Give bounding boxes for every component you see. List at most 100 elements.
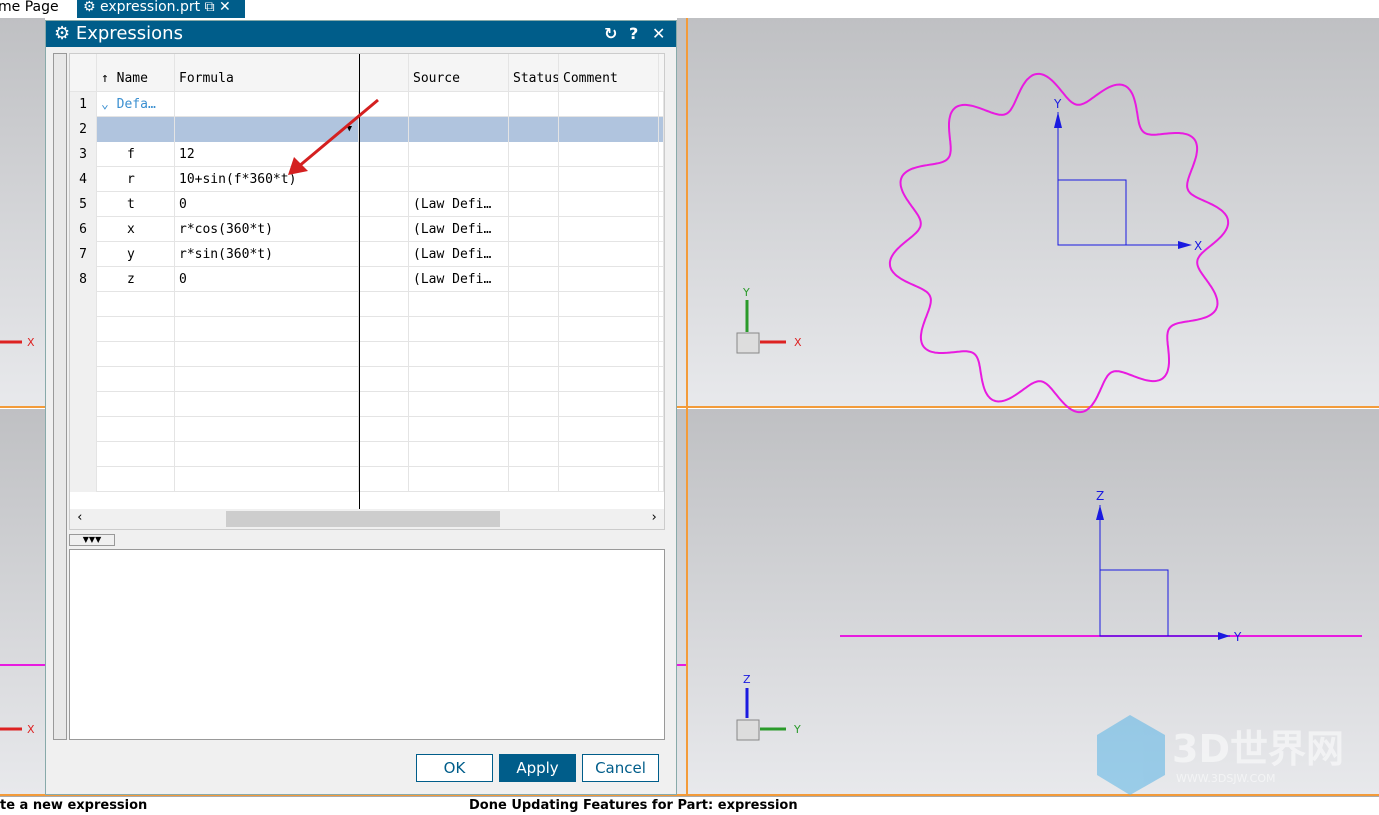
status-cell[interactable] bbox=[509, 267, 559, 292]
cell[interactable] bbox=[659, 267, 664, 292]
expand-panel-button[interactable]: ▼▼▼ bbox=[69, 534, 115, 546]
status-cell[interactable] bbox=[509, 392, 559, 417]
status-cell[interactable] bbox=[509, 342, 559, 367]
comment-cell[interactable] bbox=[559, 167, 659, 192]
status-cell[interactable] bbox=[509, 142, 559, 167]
column-formula[interactable]: Formula bbox=[175, 54, 409, 92]
comment-cell[interactable] bbox=[559, 442, 659, 467]
cell[interactable] bbox=[659, 92, 664, 117]
comment-cell[interactable] bbox=[559, 117, 659, 142]
table-row[interactable] bbox=[70, 292, 664, 317]
formula-cell[interactable] bbox=[175, 292, 359, 317]
source-cell[interactable]: (Law Defi… bbox=[409, 192, 509, 217]
comment-cell[interactable] bbox=[559, 217, 659, 242]
formula-cell[interactable]: 0 bbox=[175, 267, 359, 292]
cell[interactable] bbox=[659, 442, 664, 467]
cell[interactable] bbox=[659, 142, 664, 167]
reset-icon[interactable]: ↻ bbox=[604, 21, 617, 47]
name-cell[interactable] bbox=[97, 392, 175, 417]
table-row[interactable]: 8 z 0 (Law Defi… bbox=[70, 267, 664, 292]
name-cell[interactable]: z bbox=[97, 267, 175, 292]
source-cell[interactable] bbox=[409, 367, 509, 392]
status-cell[interactable] bbox=[509, 242, 559, 267]
source-cell[interactable]: (Law Defi… bbox=[409, 242, 509, 267]
comment-cell[interactable] bbox=[559, 192, 659, 217]
close-icon[interactable]: ✕ bbox=[652, 21, 665, 47]
cell[interactable] bbox=[659, 292, 664, 317]
cell[interactable] bbox=[659, 117, 664, 142]
formula-cell[interactable] bbox=[175, 442, 359, 467]
cell[interactable] bbox=[359, 467, 409, 492]
formula-cell[interactable] bbox=[175, 467, 359, 492]
name-cell[interactable] bbox=[97, 442, 175, 467]
name-cell[interactable] bbox=[97, 367, 175, 392]
source-cell[interactable] bbox=[409, 392, 509, 417]
cell[interactable] bbox=[359, 317, 409, 342]
status-cell[interactable] bbox=[509, 467, 559, 492]
formula-editor[interactable] bbox=[69, 549, 665, 740]
table-row[interactable]: 6 x r*cos(360*t) (Law Defi… bbox=[70, 217, 664, 242]
cell[interactable] bbox=[659, 467, 664, 492]
source-cell[interactable]: (Law Defi… bbox=[409, 267, 509, 292]
cell[interactable] bbox=[659, 167, 664, 192]
cell[interactable] bbox=[359, 267, 409, 292]
formula-cell[interactable]: r*sin(360*t) bbox=[175, 242, 359, 267]
column-status[interactable]: Status bbox=[509, 54, 559, 92]
chevron-down-icon[interactable]: ⌄ bbox=[101, 97, 109, 112]
cell[interactable] bbox=[359, 392, 409, 417]
cell[interactable] bbox=[359, 292, 409, 317]
formula-cell[interactable] bbox=[175, 367, 359, 392]
name-cell[interactable]: t bbox=[97, 192, 175, 217]
table-row[interactable] bbox=[70, 442, 664, 467]
cell[interactable] bbox=[659, 242, 664, 267]
name-cell[interactable]: ⌄ Defa… bbox=[97, 92, 175, 117]
formula-cell[interactable]: r*cos(360*t) bbox=[175, 217, 359, 242]
source-cell[interactable] bbox=[409, 417, 509, 442]
formula-cell[interactable] bbox=[175, 317, 359, 342]
cell[interactable] bbox=[659, 317, 664, 342]
cell[interactable] bbox=[359, 217, 409, 242]
status-cell[interactable] bbox=[509, 92, 559, 117]
formula-cell[interactable] bbox=[175, 392, 359, 417]
cell[interactable] bbox=[359, 342, 409, 367]
cell[interactable] bbox=[359, 442, 409, 467]
table-row[interactable] bbox=[70, 367, 664, 392]
table-row[interactable] bbox=[70, 467, 664, 492]
status-cell[interactable] bbox=[509, 192, 559, 217]
name-cell[interactable]: f bbox=[97, 142, 175, 167]
source-cell[interactable] bbox=[409, 317, 509, 342]
source-cell[interactable] bbox=[409, 167, 509, 192]
status-cell[interactable] bbox=[509, 367, 559, 392]
name-cell[interactable]: y bbox=[97, 242, 175, 267]
comment-cell[interactable] bbox=[559, 342, 659, 367]
cell[interactable] bbox=[659, 217, 664, 242]
comment-cell[interactable] bbox=[559, 92, 659, 117]
comment-cell[interactable] bbox=[559, 267, 659, 292]
cell[interactable] bbox=[659, 417, 664, 442]
name-cell[interactable] bbox=[97, 292, 175, 317]
status-cell[interactable] bbox=[509, 117, 559, 142]
status-cell[interactable] bbox=[509, 292, 559, 317]
name-cell[interactable] bbox=[97, 467, 175, 492]
comment-cell[interactable] bbox=[559, 142, 659, 167]
cell[interactable] bbox=[359, 192, 409, 217]
help-icon[interactable]: ? bbox=[629, 21, 638, 47]
cell[interactable] bbox=[659, 192, 664, 217]
name-cell[interactable] bbox=[97, 417, 175, 442]
source-cell[interactable] bbox=[409, 292, 509, 317]
status-cell[interactable] bbox=[509, 417, 559, 442]
comment-cell[interactable] bbox=[559, 392, 659, 417]
status-cell[interactable] bbox=[509, 317, 559, 342]
name-cell[interactable] bbox=[97, 317, 175, 342]
cell[interactable] bbox=[659, 342, 664, 367]
cell[interactable] bbox=[359, 417, 409, 442]
side-panel-toggle[interactable] bbox=[53, 53, 67, 740]
table-row[interactable] bbox=[70, 417, 664, 442]
comment-cell[interactable] bbox=[559, 317, 659, 342]
table-row[interactable] bbox=[70, 392, 664, 417]
table-row[interactable]: 5 t 0 (Law Defi… bbox=[70, 192, 664, 217]
source-cell[interactable] bbox=[409, 442, 509, 467]
formula-cell[interactable] bbox=[175, 417, 359, 442]
formula-cell[interactable] bbox=[175, 342, 359, 367]
column-name[interactable]: ↑ Name bbox=[97, 54, 175, 92]
